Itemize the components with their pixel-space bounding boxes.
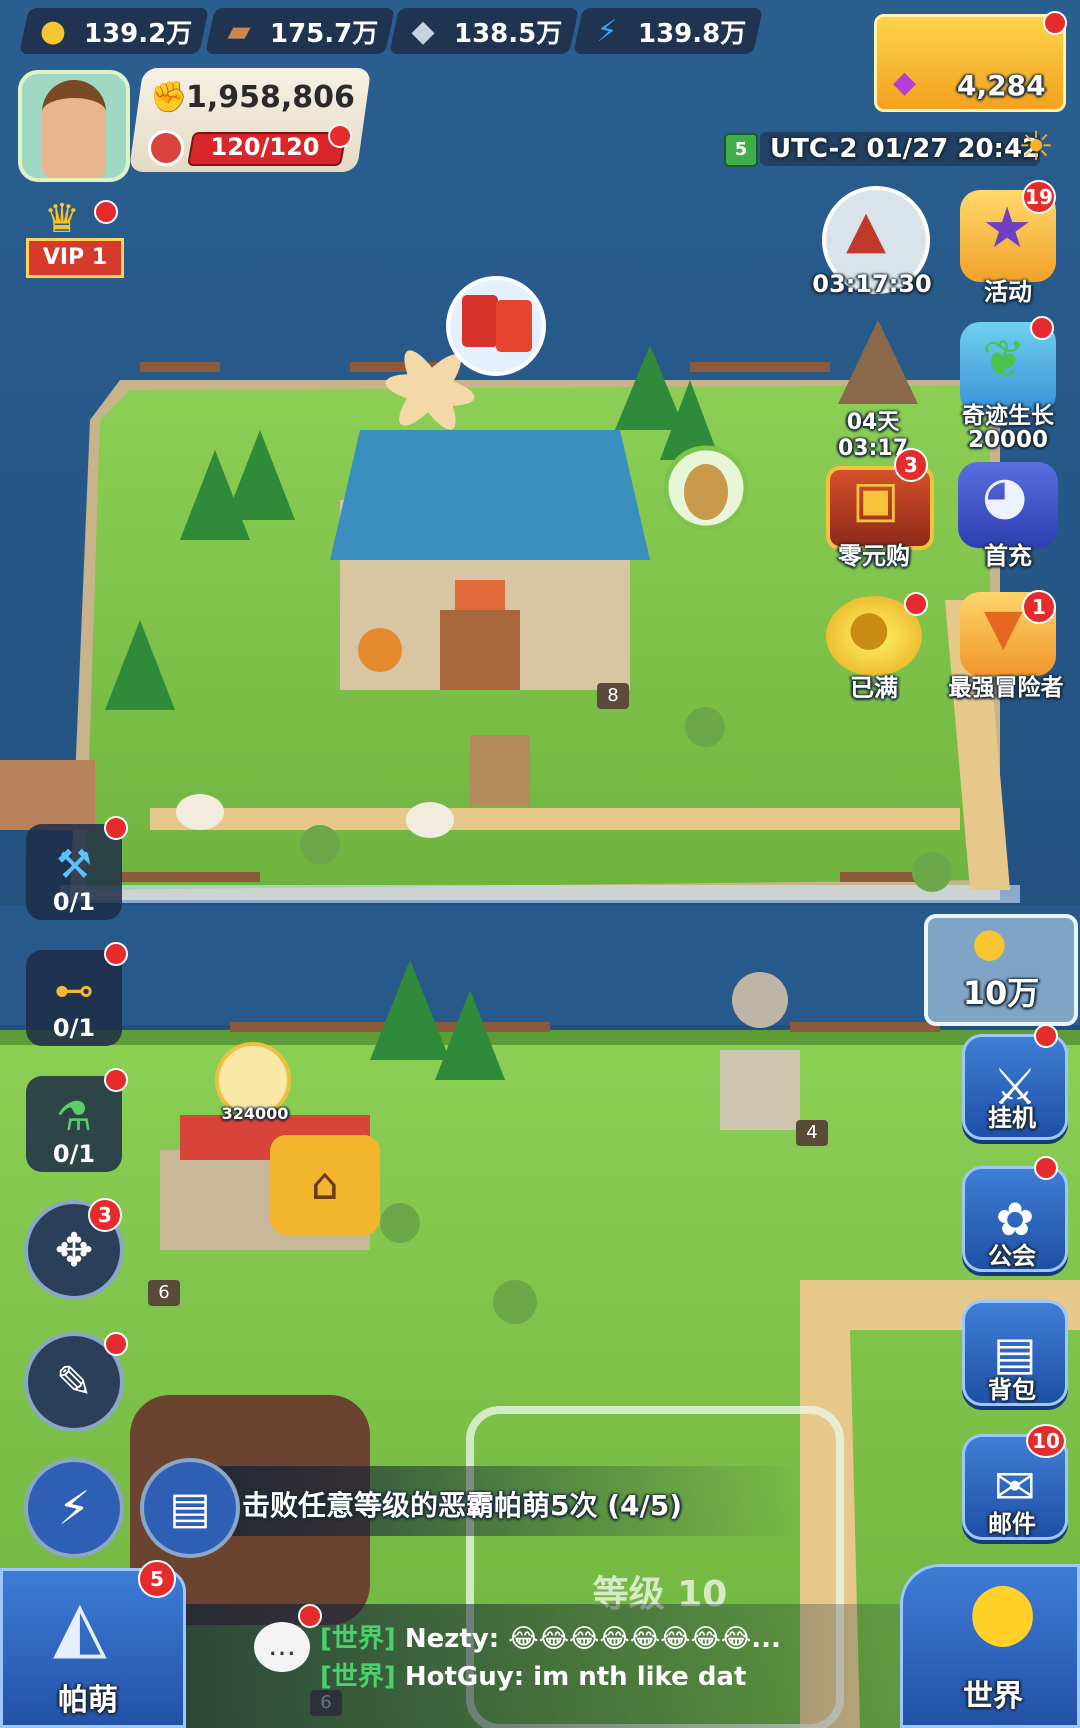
vip-badge[interactable]: ♛ VIP 1: [26, 196, 124, 282]
battle-button[interactable]: ⚡: [24, 1458, 124, 1558]
gem-icon: ◆: [893, 65, 917, 100]
ore-icon: ◆: [411, 13, 435, 49]
energy-value: 139.8万: [638, 18, 747, 49]
feather-icon: ✎: [55, 1356, 93, 1408]
ore-value: 138.5万: [454, 18, 563, 49]
flask-icon: ⚗: [56, 1094, 92, 1140]
power-value: 1,958,806: [186, 80, 355, 115]
gold-value: 139.2万: [84, 18, 193, 49]
chat-bubble-icon[interactable]: …: [254, 1622, 310, 1672]
shop-button[interactable]: ◆ 4,284: [874, 11, 1067, 112]
chat-channel: [世界]: [320, 1662, 396, 1692]
resource-wood[interactable]: ▰ 175.7万: [205, 8, 395, 54]
training-queue-button[interactable]: ⊷ 0/1: [26, 950, 122, 1046]
resource-energy[interactable]: ⚡ 139.8万: [573, 8, 763, 54]
mail-badge: 10: [1026, 1424, 1066, 1458]
idle-alert-dot: [1034, 1024, 1058, 1048]
calendar-icon: 5: [724, 133, 758, 167]
training-queue-count: 0/1: [52, 1014, 96, 1042]
build-queue-count: 0/1: [52, 888, 96, 916]
idle-label: 挂机: [988, 1104, 1036, 1132]
energy-icon: ⚡: [596, 13, 618, 49]
treasure-chest-icon: ▣: [852, 470, 900, 528]
player-avatar[interactable]: [18, 70, 130, 182]
shop-alert-dot: [1043, 11, 1067, 35]
resource-ore[interactable]: ◆ 138.5万: [389, 8, 579, 54]
chat-alert-dot: [298, 1604, 322, 1628]
mail-label: 邮件: [988, 1510, 1036, 1538]
stamina-value: 120/120: [210, 133, 320, 161]
event-strongest-adventurer-badge: 1: [1022, 590, 1056, 624]
chat-line-2[interactable]: [世界] HotGuy: im nth like dat: [320, 1656, 746, 1693]
quest-button[interactable]: ▤: [140, 1458, 240, 1558]
chat-channel: [世界]: [320, 1624, 396, 1654]
event-first-charge-label: 首充: [984, 542, 1032, 570]
weathervane-icon: ✥: [54, 1223, 94, 1277]
market-building-icon[interactable]: ⌂: [283, 1150, 367, 1220]
world-label: 世界: [963, 1679, 1023, 1714]
event-zero-buy-label: 零元购: [838, 542, 910, 570]
chat-user: HotGuy:: [404, 1662, 525, 1692]
white-cat-icon: ◕: [982, 466, 1028, 526]
statue-level-tag: 4: [796, 1120, 828, 1146]
market-coin-amount[interactable]: 324000: [215, 1104, 295, 1123]
crown-icon: ♛: [44, 196, 80, 242]
fox-icon: ▼: [984, 598, 1023, 656]
event-activity-badge: 19: [1022, 180, 1056, 214]
coin-collect-value: 10万: [962, 974, 1040, 1012]
house-level-tag: 8: [597, 683, 629, 709]
resource-gold[interactable]: ● 139.2万: [19, 8, 209, 54]
shape-select-dot: [104, 1332, 128, 1356]
event-piggy-bank-dot: [904, 592, 928, 616]
pal-badge: 5: [138, 1560, 176, 1598]
event-wonder-growth-label: 奇迹生长 20000: [962, 403, 1054, 453]
potion-icon: [148, 130, 184, 166]
quest-scroll-icon: ▤: [169, 1482, 211, 1534]
clock-text: UTC-2 01/27 20:42: [770, 134, 1041, 164]
plant-icon: ❦: [982, 330, 1026, 390]
gem-count: 4,284: [957, 69, 1046, 102]
fist-icon: ✊: [150, 80, 188, 115]
gold-coin-icon: ●: [39, 13, 67, 49]
event-strongest-adventurer-label: 最强冒险者: [948, 675, 1064, 701]
chat-message: 😂😂😂😂😂😂😂😂...: [508, 1624, 781, 1654]
vip-label: VIP 1: [26, 238, 124, 278]
research-queue-count: 0/1: [52, 1140, 96, 1168]
dumbbell-icon: ⊷: [54, 968, 94, 1014]
pal-label: 帕萌: [58, 1683, 118, 1718]
hammer-icon: ⚒: [56, 842, 92, 888]
research-queue-dot: [104, 1068, 128, 1092]
claw-icon: ⚡: [57, 1481, 91, 1535]
event-piggy-bank-label: 已满: [850, 674, 898, 702]
stamina-alert-dot: [328, 124, 352, 148]
piggy-bank-icon: ●: [848, 600, 890, 656]
event-wolf-timer-label: 03:17:30: [812, 270, 932, 298]
coin-collect-button[interactable]: ● 10万: [924, 914, 1078, 1026]
chat-line-1[interactable]: [世界] Nezty: 😂😂😂😂😂😂😂😂...: [320, 1618, 781, 1655]
coin-stack-icon: ●: [972, 920, 1007, 966]
chat-message: im nth like dat: [533, 1662, 747, 1692]
build-queue-dot: [104, 816, 128, 840]
backpack-label: 背包: [988, 1376, 1036, 1404]
world-button[interactable]: ⬤ 世界: [900, 1564, 1080, 1728]
sun-icon: ☀: [1018, 124, 1054, 170]
research-queue-button[interactable]: ⚗ 0/1: [26, 1076, 122, 1172]
guild-alert-dot: [1034, 1156, 1058, 1180]
guild-label: 公会: [988, 1242, 1036, 1270]
wolf-icon: ▲: [846, 200, 886, 260]
wood-value: 175.7万: [270, 18, 379, 49]
training-queue-dot: [104, 942, 128, 966]
event-wonder-growth-dot: [1030, 316, 1054, 340]
build-queue-button[interactable]: ⚒ 0/1: [26, 824, 122, 920]
quest-text: 击败任意等级的恶霸帕萌5次 (4/5): [242, 1489, 683, 1522]
event-activity-label: 活动: [984, 278, 1032, 306]
weathervane-badge: 3: [88, 1198, 122, 1232]
event-zero-buy-badge: 3: [894, 448, 928, 482]
map-pin-icon: ⬤: [969, 1577, 1037, 1647]
fox-pal-icon: ◭: [53, 1585, 107, 1667]
vip-alert-dot: [94, 200, 118, 224]
chat-user: Nezty:: [404, 1624, 500, 1654]
market-level-tag: 6: [148, 1280, 180, 1306]
wood-icon: ▰: [227, 13, 251, 49]
